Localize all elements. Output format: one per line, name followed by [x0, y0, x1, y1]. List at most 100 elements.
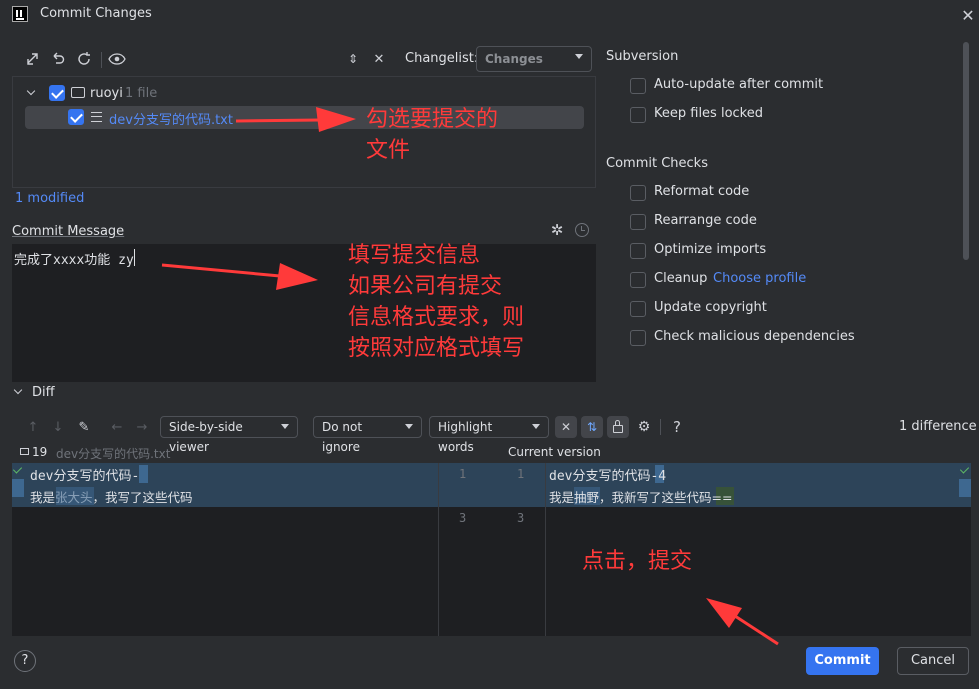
gutter-changed-block	[439, 463, 545, 507]
commit-message-text: 完成了xxxx功能 zy	[14, 253, 134, 268]
footer-help-icon[interactable]: ?	[14, 650, 36, 672]
options-panel: Subversion Auto-update after commit Keep…	[600, 40, 970, 382]
undo-icon[interactable]	[47, 48, 69, 70]
cleanup-label[interactable]: Cleanup	[654, 271, 707, 286]
left-word-highlight-2	[56, 487, 94, 505]
auto-update-label[interactable]: Auto-update after commit	[654, 77, 823, 92]
subversion-title: Subversion	[606, 49, 679, 64]
left-line-1: dev分支写的代码-2	[30, 465, 147, 484]
gutter-left-1: 1	[459, 467, 467, 481]
window-title: Commit Changes	[40, 6, 152, 21]
ai-generate-icon[interactable]: ✲	[546, 219, 568, 241]
expand-all-icon[interactable]: ⇕	[342, 48, 364, 70]
file-row[interactable]: dev分支写的代码.txt	[25, 106, 584, 129]
lock-icon[interactable]	[607, 416, 629, 438]
collapse-unchanged-icon[interactable]: ✕	[555, 416, 577, 438]
modified-summary[interactable]: 1 modified	[15, 191, 84, 206]
update-copyright-label[interactable]: Update copyright	[654, 300, 767, 315]
annotation-click-commit: 点击，提交	[582, 549, 693, 574]
ignore-mode-value: Do not ignore	[322, 420, 363, 454]
arrow-up-icon[interactable]: ↑	[22, 416, 44, 438]
text-caret	[134, 249, 135, 266]
cancel-button-label: Cancel	[910, 653, 956, 668]
left-change-marker	[12, 479, 24, 497]
highlight-mode-select[interactable]: Highlight words	[429, 416, 549, 454]
changelist-label: Changelist:	[405, 51, 479, 66]
left-file-name: dev分支写的代码.txt	[56, 447, 171, 461]
annotation-select-files: 勾选要提交的 文件	[366, 107, 499, 163]
root-label: ruoyi	[90, 86, 123, 101]
right-header: Current version	[508, 445, 601, 459]
chevron-down-icon[interactable]	[26, 86, 36, 96]
app-logo-icon	[12, 6, 28, 22]
optimize-imports-label[interactable]: Optimize imports	[654, 242, 766, 257]
ignore-mode-select[interactable]: Do not ignore	[313, 416, 422, 454]
update-copyright-checkbox[interactable]	[630, 301, 646, 317]
collapse-all-icon[interactable]: ✕	[368, 48, 390, 70]
right-line-2: 我是抽野，我新写了这些代码==	[549, 490, 733, 505]
gutter-right-1: 1	[517, 467, 525, 481]
highlight-mode-value: Highlight words	[438, 420, 493, 454]
diff-gutter: 1 1 3 3	[438, 463, 546, 636]
help-icon[interactable]: ?	[666, 416, 688, 438]
refresh-icon[interactable]	[73, 48, 95, 70]
text-file-icon	[91, 112, 102, 122]
left-lock-icon	[20, 448, 29, 455]
gear-icon[interactable]: ⚙	[633, 416, 655, 438]
toolbar-separator	[101, 52, 102, 68]
right-line-1: dev分支写的代码-4	[549, 465, 666, 484]
file-tree: ruoyi 1 file dev分支写的代码.txt	[12, 76, 596, 188]
options-scrollbar[interactable]	[963, 42, 969, 260]
folder-icon	[71, 87, 85, 98]
left-revision: 19	[32, 445, 48, 459]
left-line-2: 我是张大头，我写了这些代码	[30, 490, 193, 505]
sync-scroll-icon[interactable]: ⇅	[581, 416, 603, 438]
back-icon[interactable]: ←	[106, 416, 128, 438]
diff-title: Diff	[32, 385, 55, 400]
commit-message-label: Commit Message	[12, 224, 125, 239]
commit-button[interactable]: Commit	[806, 647, 879, 675]
auto-update-checkbox[interactable]	[630, 78, 646, 94]
title-bar: Commit Changes ✕	[0, 0, 979, 30]
left-line-1-text: dev分支写的代码-2	[30, 469, 148, 484]
rearrange-code-checkbox[interactable]	[630, 214, 646, 230]
commit-checks-title: Commit Checks	[606, 156, 708, 171]
right-change-marker	[959, 479, 971, 497]
root-count: 1 file	[125, 86, 158, 101]
right-line-1-text: dev分支写的代码-4	[549, 469, 667, 484]
changelist-select[interactable]: Changes	[476, 46, 592, 72]
arrow-down-icon[interactable]: ↓	[47, 416, 69, 438]
diff-collapse-icon[interactable]	[13, 385, 23, 395]
rearrange-code-label[interactable]: Rearrange code	[654, 213, 757, 228]
gutter-left-3: 3	[459, 511, 467, 525]
cancel-button[interactable]: Cancel	[897, 647, 969, 675]
reformat-code-label[interactable]: Reformat code	[654, 184, 749, 199]
check-malicious-checkbox[interactable]	[630, 330, 646, 346]
gutter-right-3: 3	[517, 511, 525, 525]
viewer-mode-value: Side-by-side viewer	[169, 420, 243, 454]
annotation-fill-message: 填写提交信息 如果公司有提交 信息格式要求，则 按照对应格式填写	[348, 243, 525, 361]
left-word-highlight-1	[139, 465, 148, 483]
close-icon[interactable]: ✕	[957, 4, 979, 26]
check-malicious-label[interactable]: Check malicious dependencies	[654, 329, 855, 344]
root-checkbox[interactable]	[49, 85, 65, 101]
keep-files-locked-checkbox[interactable]	[630, 107, 646, 123]
file-checkbox[interactable]	[68, 109, 84, 125]
commit-button-label: Commit	[814, 653, 871, 668]
footer-help-text: ?	[21, 653, 29, 668]
toolbar-separator-2	[660, 419, 661, 435]
move-to-changelist-icon[interactable]	[22, 48, 44, 70]
reformat-code-checkbox[interactable]	[630, 185, 646, 201]
edit-icon[interactable]: ✎	[73, 416, 95, 438]
cleanup-checkbox[interactable]	[630, 272, 646, 288]
forward-icon[interactable]: →	[131, 416, 153, 438]
file-name: dev分支写的代码.txt	[109, 113, 233, 128]
diff-left-pane[interactable]: dev分支写的代码-2 我是张大头，我写了这些代码	[12, 463, 438, 636]
viewer-mode-select[interactable]: Side-by-side viewer	[160, 416, 298, 454]
changelist-value: Changes	[485, 52, 543, 66]
optimize-imports-checkbox[interactable]	[630, 243, 646, 259]
choose-profile-link[interactable]: Choose profile	[713, 271, 806, 286]
keep-files-locked-label[interactable]: Keep files locked	[654, 106, 763, 121]
eye-icon[interactable]	[106, 48, 128, 70]
history-icon[interactable]	[571, 219, 593, 241]
